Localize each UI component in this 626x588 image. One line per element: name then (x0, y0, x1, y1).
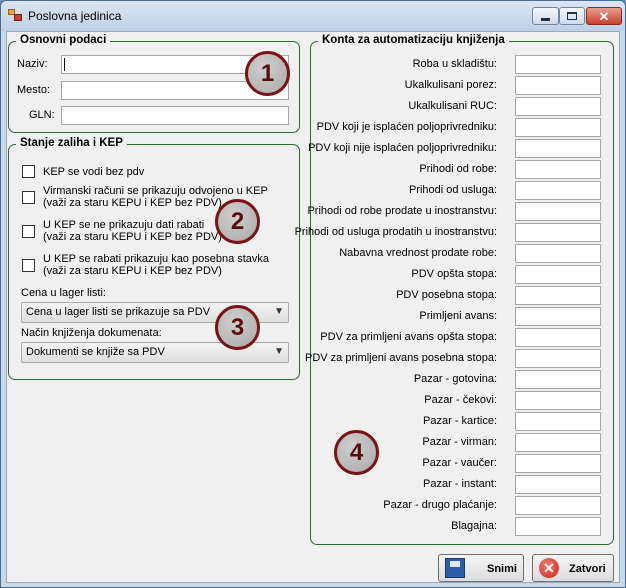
account-label: Ukalkulisani RUC: (408, 100, 497, 112)
account-input[interactable] (515, 244, 601, 263)
account-input[interactable] (515, 328, 601, 347)
no-discounts-in-kep-checkbox[interactable] (22, 225, 35, 238)
red-x-circle-icon: ✕ (539, 558, 559, 578)
account-input[interactable] (515, 496, 601, 515)
account-label: PDV koji nije isplaćen poljoprivredniku: (308, 142, 497, 154)
account-label: Ukalkulisani porez: (404, 79, 497, 91)
close-button[interactable]: ✕ Zatvori (532, 554, 614, 582)
app-icon (8, 9, 22, 21)
account-label: Pazar - čekovi: (424, 394, 497, 406)
account-label: PDV za primljeni avans opšta stopa: (320, 331, 497, 343)
account-input[interactable] (515, 475, 601, 494)
maximize-button[interactable] (559, 7, 585, 25)
gln-label: GLN: (29, 109, 55, 121)
account-label: Prihodi od robe: (419, 163, 497, 175)
no-discounts-in-kep-note: (važi za staru KEPU i KEP bez PDV) (43, 231, 222, 243)
close-window-button[interactable]: ✕ (586, 7, 622, 25)
account-label: Primljeni avans: (419, 310, 497, 322)
account-input[interactable] (515, 202, 601, 221)
kep-without-vat-label: KEP se vodi bez pdv (43, 166, 145, 178)
account-label: Blagajna: (451, 520, 497, 532)
account-label: Nabavna vrednost prodate robe: (339, 247, 497, 259)
callout-4: 4 (334, 430, 379, 475)
account-input[interactable] (515, 454, 601, 473)
no-discounts-in-kep-label: U KEP se ne prikazuju dati rabati (43, 219, 205, 231)
account-label: Pazar - vaučer: (422, 457, 497, 469)
account-label: PDV koji je isplaćen poljoprivredniku: (316, 121, 497, 133)
stock-kep-group: Stanje zaliha i KEP KEP se vodi bez pdv … (8, 137, 300, 380)
account-input[interactable] (515, 97, 601, 116)
account-label: Prihodi od usluga: (408, 184, 497, 196)
account-label: Roba u skladištu: (412, 58, 497, 70)
client-area: Osnovni podaci Naziv: Mesto: GLN: Stanje… (6, 31, 620, 583)
wire-invoices-separate-note: (važi za staru KEPU i KEP bez PDV) (43, 197, 222, 209)
title-bar[interactable]: Poslovna jedinica ✕ (1, 1, 625, 31)
text-caret (64, 58, 65, 71)
wire-invoices-separate-label: Virmanski računi se prikazuju odvojeno u… (43, 185, 268, 197)
basic-data-legend: Osnovni podaci (16, 34, 111, 46)
chevron-down-icon: ▼ (274, 306, 284, 317)
account-input[interactable] (515, 223, 601, 242)
account-input[interactable] (515, 118, 601, 137)
save-label: Snimi (487, 563, 517, 575)
gln-input[interactable] (61, 106, 289, 125)
chevron-down-icon: ▼ (274, 346, 284, 357)
account-label: Pazar - drugo plaćanje: (383, 499, 497, 511)
account-input[interactable] (515, 349, 601, 368)
discounts-separate-item-label: U KEP se rabati prikazuju kao posebna st… (43, 253, 270, 265)
account-input[interactable] (515, 265, 601, 284)
wire-invoices-separate-checkbox[interactable] (22, 191, 35, 204)
account-input[interactable] (515, 76, 601, 95)
account-input[interactable] (515, 517, 601, 536)
stock-kep-legend: Stanje zaliha i KEP (16, 137, 127, 149)
callout-3: 3 (215, 305, 260, 350)
account-input[interactable] (515, 307, 601, 326)
minimize-icon (541, 17, 550, 21)
callout-1: 1 (245, 51, 290, 96)
kep-without-vat-checkbox[interactable] (22, 165, 35, 178)
maximize-icon (567, 12, 577, 20)
accounts-legend: Konta za automatizaciju knjiženja (318, 34, 509, 46)
account-input[interactable] (515, 433, 601, 452)
booking-method-label: Način knjiženja dokumenata: (21, 327, 162, 339)
account-label: Prihodi od robe prodate u inostranstvu: (307, 205, 497, 217)
mesto-label: Mesto: (17, 84, 51, 96)
close-label: Zatvori (569, 563, 606, 575)
window-title: Poslovna jedinica (28, 9, 122, 23)
discounts-separate-item-checkbox[interactable] (22, 259, 35, 272)
account-label: Prihodi od usluga prodatih u inostranstv… (294, 226, 497, 238)
account-label: Pazar - gotovina: (413, 373, 497, 385)
save-button[interactable]: Snimi (438, 554, 524, 582)
minimize-button[interactable] (532, 7, 559, 25)
account-input[interactable] (515, 160, 601, 179)
account-input[interactable] (515, 412, 601, 431)
account-input[interactable] (515, 391, 601, 410)
account-input[interactable] (515, 370, 601, 389)
window: Poslovna jedinica ✕ Osnovni podaci Naziv… (0, 0, 626, 588)
account-label: PDV posebna stopa: (396, 289, 497, 301)
discounts-separate-item-note: (važi za staru KEPU i KEP bez PDV) (43, 265, 222, 277)
account-input[interactable] (515, 181, 601, 200)
price-in-stock-list-label: Cena u lager listi: (21, 287, 106, 299)
close-icon: ✕ (598, 8, 610, 24)
callout-2: 2 (215, 199, 260, 244)
naziv-label: Naziv: (17, 58, 48, 70)
account-label: Pazar - instant: (423, 478, 497, 490)
account-input[interactable] (515, 55, 601, 74)
account-label: PDV za primljeni avans posebna stopa: (305, 352, 497, 364)
account-label: PDV opšta stopa: (411, 268, 497, 280)
floppy-disk-icon (445, 558, 465, 578)
account-label: Pazar - kartice: (423, 415, 497, 427)
account-label: Pazar - virman: (422, 436, 497, 448)
account-input[interactable] (515, 286, 601, 305)
account-input[interactable] (515, 139, 601, 158)
